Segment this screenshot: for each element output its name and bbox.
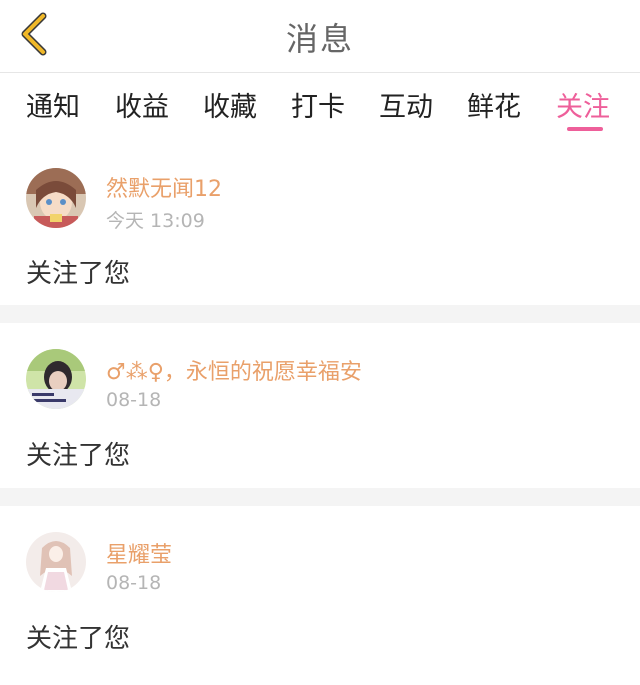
tab-bar: 通知 收益 收藏 打卡 互动 鲜花 关注 <box>0 73 640 139</box>
divider <box>0 488 640 506</box>
message-text: 关注了您 <box>26 259 131 289</box>
list-item[interactable]: 星耀莹 08-18 关注了您 <box>0 506 640 685</box>
username[interactable]: ♂⁂♀，永恒的祝愿幸福安 <box>106 354 362 386</box>
page-title: 消息 <box>285 20 354 58</box>
divider <box>0 305 640 323</box>
tab-favorites[interactable]: 收藏 <box>203 85 257 135</box>
tab-checkin[interactable]: 打卡 <box>291 85 345 135</box>
photo-avatar-icon <box>26 349 86 409</box>
anime-girl-avatar-icon <box>26 168 86 228</box>
tab-flowers[interactable]: 鲜花 <box>467 85 521 135</box>
avatar[interactable] <box>26 532 86 592</box>
username[interactable]: 然默无闻12 <box>106 171 222 203</box>
message-text: 关注了您 <box>26 441 131 471</box>
list-item[interactable]: 然默无闻12 今天 13:09 关注了您 <box>0 140 640 305</box>
app-header: 消息 <box>0 0 640 73</box>
timestamp: 08-18 <box>106 389 162 411</box>
username[interactable]: 星耀莹 <box>106 537 172 569</box>
tab-notifications[interactable]: 通知 <box>26 85 80 135</box>
avatar[interactable] <box>26 349 86 409</box>
list-item[interactable]: ♂⁂♀，永恒的祝愿幸福安 08-18 关注了您 <box>0 323 640 488</box>
tab-interactions[interactable]: 互动 <box>379 85 433 135</box>
timestamp: 08-18 <box>106 572 162 594</box>
tab-earnings[interactable]: 收益 <box>115 85 169 135</box>
active-tab-indicator <box>567 127 603 131</box>
message-text: 关注了您 <box>26 624 131 654</box>
anime-girl-avatar-icon <box>26 532 86 592</box>
timestamp: 今天 13:09 <box>106 210 205 232</box>
avatar[interactable] <box>26 168 86 228</box>
